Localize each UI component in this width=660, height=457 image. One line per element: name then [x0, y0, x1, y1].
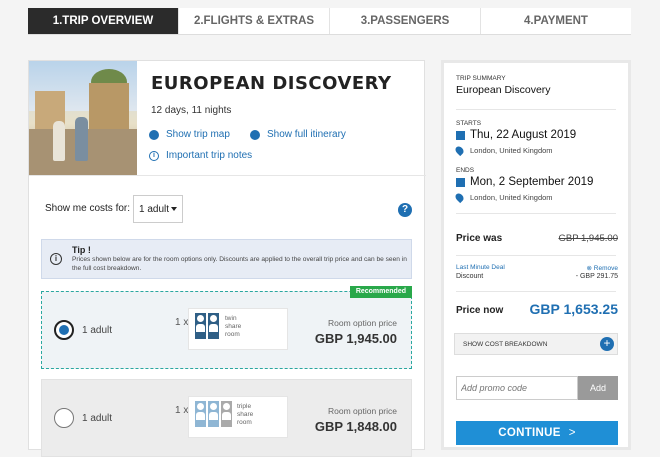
itinerary-icon [250, 129, 260, 140]
chevron-right-icon: > [568, 427, 576, 439]
location-pin-icon [453, 191, 466, 204]
info-icon: i [50, 253, 62, 265]
travellers-select-value: 1 adult [139, 203, 170, 215]
show-trip-map-label: Show trip map [166, 129, 230, 140]
booking-steps: 1.TRIP OVERVIEW 2.FLIGHTS & EXTRAS 3.PAS… [28, 8, 631, 35]
continue-button[interactable]: CONTINUE > [456, 421, 618, 445]
trip-notes-label: Important trip notes [166, 150, 253, 161]
show-trip-map-link[interactable]: Show trip map [149, 129, 230, 140]
plus-icon: + [600, 337, 614, 351]
trip-overview-panel: EUROPEAN DISCOVERY 12 days, 11 nights Sh… [28, 60, 426, 457]
trip-photo [29, 61, 137, 175]
calendar-icon [456, 177, 465, 187]
divider [29, 175, 426, 176]
start-date-text: Thu, 22 August 2019 [470, 129, 577, 141]
continue-label: CONTINUE [498, 427, 561, 439]
bed-icon [221, 401, 232, 427]
room-price: GBP 1,945.00 [314, 331, 397, 346]
remove-discount-link[interactable]: ⊗ Remove [587, 264, 618, 272]
divider [456, 109, 616, 110]
room-type-card: triple share room [188, 396, 288, 438]
divider [456, 291, 616, 292]
room-type-label: twin share room [225, 315, 242, 338]
room-option-triple[interactable]: 1 adult 1 x triple share room Room optio… [41, 379, 412, 457]
step-trip-overview[interactable]: 1.TRIP OVERVIEW [28, 8, 179, 34]
recommended-badge: Recommended [349, 286, 412, 298]
promo-code-input[interactable] [456, 376, 578, 400]
top-bar [0, 0, 660, 8]
room-adult-label: 1 adult [82, 413, 113, 424]
room-option-twin[interactable]: Recommended 1 adult 1 x twin share room … [41, 286, 412, 369]
show-itinerary-label: Show full itinerary [267, 129, 346, 140]
trip-notes-link[interactable]: i Important trip notes [149, 150, 252, 161]
help-icon[interactable]: ? [398, 203, 412, 217]
trip-summary-panel: TRIP SUMMARY European Discovery STARTS T… [441, 60, 631, 450]
step-passengers[interactable]: 3.PASSENGERS [330, 8, 481, 34]
end-location-text: London, United Kingdom [470, 193, 553, 202]
end-date-text: Mon, 2 September 2019 [470, 176, 594, 188]
step-flights-extras[interactable]: 2.FLIGHTS & EXTRAS [179, 8, 330, 34]
bed-icon [208, 313, 219, 339]
discount-value: - GBP 291.75 [575, 273, 618, 280]
room-type-label: triple share room [237, 403, 254, 426]
divider [456, 213, 616, 214]
last-minute-deal-label: Last Minute Deal [456, 264, 505, 271]
price-now-value: GBP 1,653.25 [529, 301, 618, 317]
price-now-label: Price now [456, 305, 504, 316]
divider [456, 255, 616, 256]
room-radio[interactable] [54, 408, 74, 428]
costs-label: Show me costs for: [45, 203, 131, 214]
room-type-card: twin share room [188, 308, 288, 350]
price-was-value: GBP 1,945.00 [558, 233, 618, 244]
step-payment[interactable]: 4.PAYMENT [481, 8, 631, 34]
calendar-icon [456, 130, 465, 140]
price-was-label: Price was [456, 233, 503, 244]
ends-label: ENDS [456, 167, 475, 174]
info-icon: i [149, 150, 159, 161]
remove-label: Remove [593, 265, 618, 272]
location-pin-icon [453, 144, 466, 157]
show-itinerary-link[interactable]: Show full itinerary [250, 129, 346, 140]
bed-icon [195, 313, 206, 339]
bed-icon [195, 401, 206, 427]
summary-heading: TRIP SUMMARY [456, 75, 506, 82]
cost-breakdown-label: SHOW COST BREAKDOWN [463, 341, 548, 348]
room-quantity: 1 x [175, 317, 189, 328]
caret-down-icon [171, 207, 177, 211]
trip-duration: 12 days, 11 nights [151, 105, 232, 116]
room-price-label: Room option price [328, 406, 397, 416]
starts-label: STARTS [456, 120, 482, 127]
tip-box: i Tip ! Prices shown below are for the r… [41, 239, 412, 279]
travellers-select[interactable]: 1 adult [133, 195, 183, 223]
add-promo-button[interactable]: Add [578, 376, 618, 400]
start-date: Thu, 22 August 2019 [456, 129, 576, 141]
map-icon [149, 129, 159, 140]
bed-icon [208, 401, 219, 427]
end-date: Mon, 2 September 2019 [456, 176, 593, 188]
room-radio-selected[interactable] [54, 320, 74, 340]
room-price-label: Room option price [328, 318, 397, 328]
trip-title: EUROPEAN DISCOVERY [151, 73, 392, 94]
room-price: GBP 1,848.00 [314, 419, 397, 434]
show-cost-breakdown-button[interactable]: SHOW COST BREAKDOWN + [454, 333, 618, 355]
start-location-text: London, United Kingdom [470, 146, 553, 155]
room-adult-label: 1 adult [82, 325, 113, 336]
start-location: London, United Kingdom [453, 144, 553, 157]
tip-text: Prices shown below are for the room opti… [72, 256, 407, 272]
end-location: London, United Kingdom [453, 191, 553, 204]
discount-label: Discount [456, 273, 484, 280]
tip-title: Tip ! [72, 245, 91, 255]
summary-trip-name: European Discovery [456, 84, 551, 96]
room-quantity: 1 x [175, 405, 189, 416]
